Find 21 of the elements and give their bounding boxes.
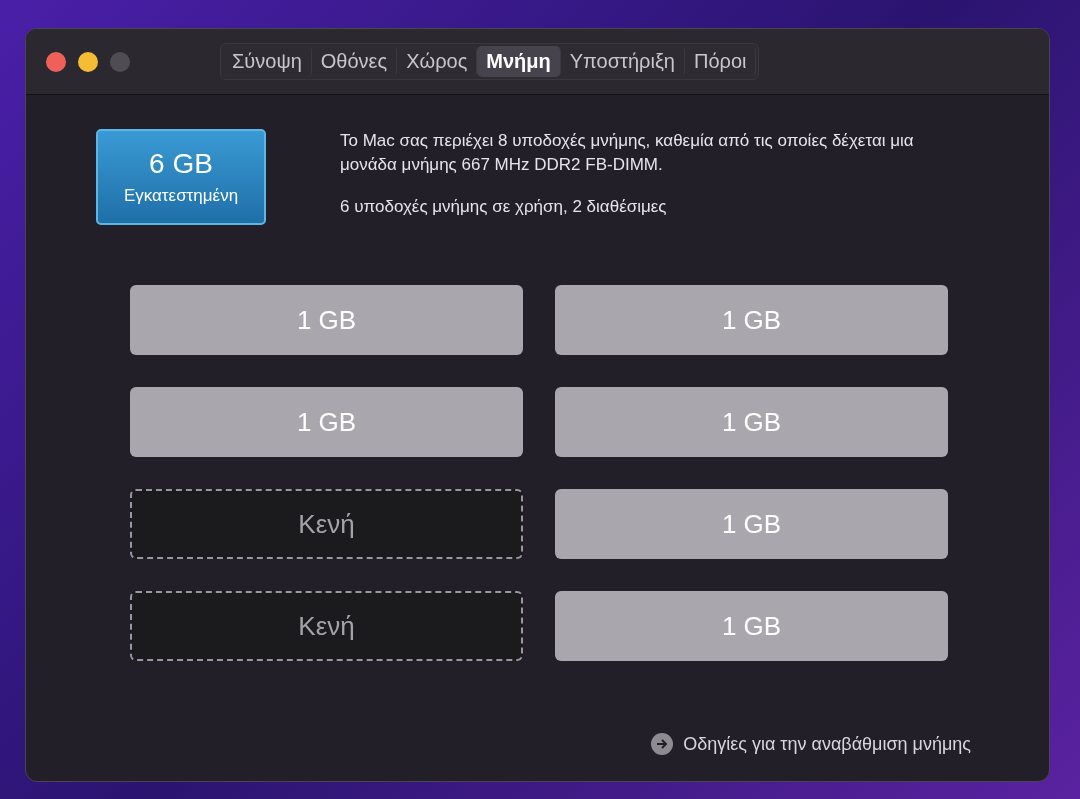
- tab[interactable]: Μνήμη: [477, 46, 561, 77]
- memory-slot: 1 GB: [555, 489, 948, 559]
- memory-slot: 1 GB: [555, 591, 948, 661]
- memory-slot: 1 GB: [555, 387, 948, 457]
- description-text: Το Mac σας περιέχει 8 υποδοχές μνήμης, καθεμία από τις οποίες δέχεται μια μονάδα μνήμης 667 MHz DDR2 FB-DIMM.: [340, 130, 915, 176]
- installed-label: Εγκατεστημένη: [123, 186, 239, 206]
- empty-memory-slot: Κενή: [130, 591, 523, 661]
- memory-amount: 6 GB: [149, 148, 213, 180]
- empty-memory-slot: Κενή: [130, 489, 523, 559]
- arrow-circle-icon: [651, 733, 674, 755]
- close-button[interactable]: [46, 51, 66, 72]
- usage-text: 6 υποδοχές μνήμης σε χρήση, 2 διαθέσιμες: [340, 196, 668, 218]
- memory-slot: 1 GB: [130, 285, 523, 355]
- tab[interactable]: Οθόνες: [311, 46, 398, 77]
- upgrade-link[interactable]: Οδηγίες για την αναβάθμιση μνήμης: [651, 733, 971, 755]
- tab[interactable]: Υποστήριξη: [560, 46, 685, 77]
- memory-slot: 1 GB: [555, 285, 948, 355]
- tab[interactable]: Σύνοψη: [223, 46, 312, 77]
- minimize-button[interactable]: [78, 51, 98, 72]
- tab[interactable]: Πόροι: [684, 46, 757, 77]
- memory-slot: 1 GB: [130, 387, 523, 457]
